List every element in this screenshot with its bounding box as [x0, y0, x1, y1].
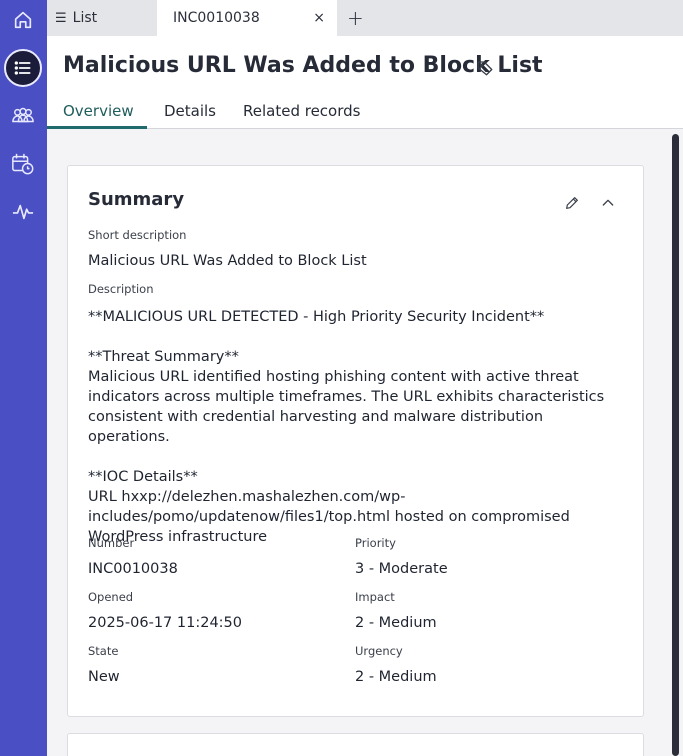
state-label: State	[88, 644, 119, 658]
tab-incident-label: INC0010038	[173, 10, 260, 26]
plus-icon: +	[347, 6, 364, 30]
urgency-label: Urgency	[355, 644, 403, 658]
state-value: New	[88, 669, 120, 685]
scrollbar[interactable]	[672, 134, 679, 756]
opened-label: Opened	[88, 590, 134, 604]
pencil-icon	[566, 197, 578, 209]
summary-card: Summary Short description Malicious URL …	[67, 165, 644, 717]
next-card	[67, 733, 644, 756]
description-label: Description	[88, 282, 154, 296]
impact-label: Impact	[355, 590, 395, 604]
tab-list-label: List	[72, 10, 98, 26]
short-description-value: Malicious URL Was Added to Block List	[88, 253, 367, 269]
list-icon[interactable]	[4, 49, 42, 87]
page-title: Malicious URL Was Added to Block List	[63, 53, 543, 78]
calendar-clock-icon[interactable]	[4, 145, 42, 183]
menu-icon: ☰	[55, 10, 67, 26]
summary-title: Summary	[88, 189, 185, 210]
tab-list[interactable]: ☰ List	[55, 0, 97, 36]
collapse-button[interactable]	[598, 193, 618, 213]
record-header: Malicious URL Was Added to Block List Ov…	[47, 36, 683, 129]
add-tab-button[interactable]: +	[347, 0, 364, 36]
short-description-label: Short description	[88, 228, 187, 242]
tab-details[interactable]: Details	[164, 102, 216, 120]
tab-related-records[interactable]: Related records	[243, 102, 360, 120]
description-value: **MALICIOUS URL DETECTED - High Priority…	[88, 309, 605, 545]
content-area: Summary Short description Malicious URL …	[47, 130, 683, 756]
close-icon[interactable]: ×	[313, 10, 325, 26]
edit-button[interactable]	[562, 193, 582, 213]
number-value: INC0010038	[88, 561, 178, 577]
left-rail	[0, 0, 47, 756]
chevron-up-icon	[602, 199, 614, 206]
impact-value: 2 - Medium	[355, 615, 437, 631]
groups-icon[interactable]	[4, 97, 42, 135]
priority-label: Priority	[355, 536, 396, 550]
activity-icon[interactable]	[4, 193, 42, 231]
home-icon[interactable]	[4, 1, 42, 39]
opened-value: 2025-06-17 11:24:50	[88, 615, 242, 631]
tab-bar: ☰ List INC0010038 × +	[47, 0, 683, 36]
active-tab-indicator	[47, 126, 147, 129]
tab-overview[interactable]: Overview	[63, 102, 134, 120]
tag-icon[interactable]	[476, 59, 494, 81]
tab-incident[interactable]: INC0010038 ×	[157, 0, 337, 36]
number-label: Number	[88, 536, 135, 550]
urgency-value: 2 - Medium	[355, 669, 437, 685]
priority-value: 3 - Moderate	[355, 561, 448, 577]
